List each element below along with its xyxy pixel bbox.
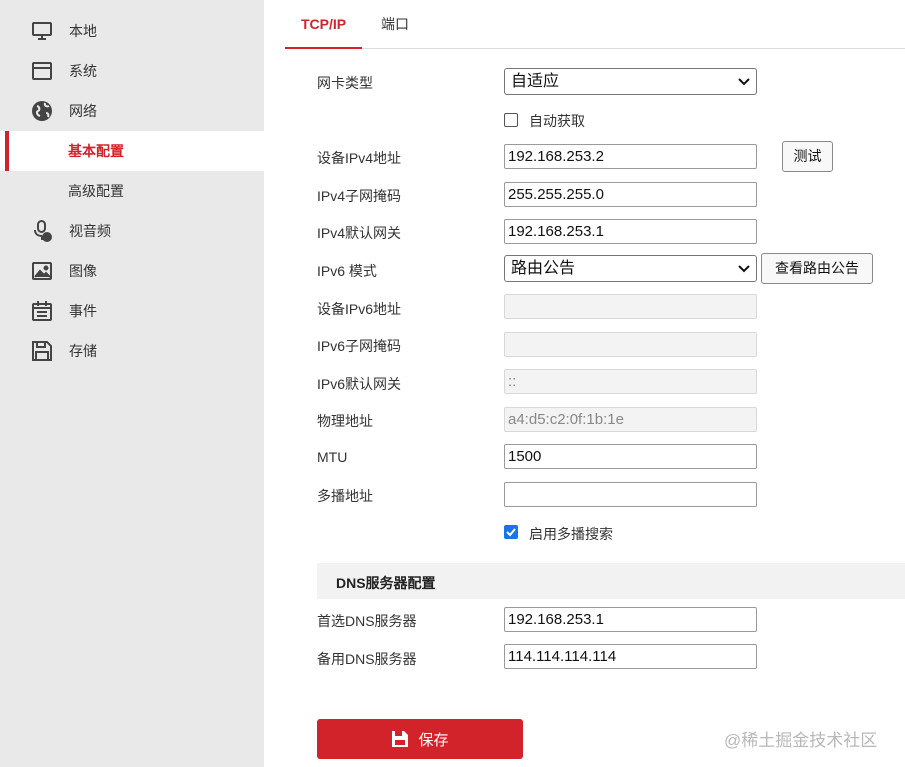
sidebar: 本地 系统 网络 基本配置 高级配置 视音频 图像 事件 存储 bbox=[0, 0, 264, 767]
nic-type-value: 自适应 bbox=[511, 73, 560, 90]
sidebar-item-label: 图像 bbox=[69, 263, 97, 279]
globe-icon bbox=[31, 100, 53, 122]
sidebar-item-label: 视音频 bbox=[69, 223, 111, 239]
monitor-icon bbox=[31, 20, 53, 42]
ipv4-address-label: 设备IPv4地址 bbox=[317, 150, 402, 166]
sidebar-item-label: 本地 bbox=[69, 23, 97, 39]
sidebar-item-image[interactable]: 图像 bbox=[0, 251, 264, 291]
nic-type-select[interactable]: 自适应 bbox=[504, 68, 757, 95]
tab-bar: TCP/IP 端口 bbox=[285, 0, 905, 49]
image-icon bbox=[31, 260, 53, 282]
save-button-label: 保存 bbox=[418, 731, 449, 749]
sidebar-item-label: 基本配置 bbox=[68, 143, 124, 159]
preferred-dns-input[interactable]: 192.168.253.1 bbox=[504, 607, 757, 632]
save-button[interactable]: 保存 bbox=[317, 719, 523, 759]
watermark: @稀土掘金技术社区 bbox=[724, 731, 878, 750]
nic-type-label: 网卡类型 bbox=[317, 75, 373, 91]
ipv6-gateway-label: IPv6默认网关 bbox=[317, 376, 402, 392]
mac-address-input: a4:d5:c2:0f:1b:1e bbox=[504, 407, 757, 432]
window-icon bbox=[31, 60, 53, 82]
sidebar-item-storage[interactable]: 存储 bbox=[0, 331, 264, 371]
ipv6-mode-value: 路由公告 bbox=[511, 260, 576, 277]
sidebar-item-label: 高级配置 bbox=[68, 183, 124, 199]
checkmark-icon bbox=[506, 528, 516, 537]
test-button[interactable]: 测试 bbox=[782, 141, 833, 172]
ipv4-mask-label: IPv4子网掩码 bbox=[317, 188, 402, 204]
dns-section-title: DNS服务器配置 bbox=[336, 575, 436, 591]
mtu-input[interactable]: 1500 bbox=[504, 444, 757, 469]
ipv6-mask-input[interactable] bbox=[504, 332, 757, 357]
calendar-icon bbox=[31, 300, 53, 322]
sidebar-item-system[interactable]: 系统 bbox=[0, 51, 264, 91]
chevron-down-icon bbox=[738, 265, 750, 273]
sidebar-item-basic-config[interactable]: 基本配置 bbox=[0, 131, 264, 171]
mtu-label: MTU bbox=[317, 449, 348, 465]
ipv6-address-label: 设备IPv6地址 bbox=[317, 301, 402, 317]
multicast-label: 多播地址 bbox=[317, 488, 373, 504]
sidebar-item-network[interactable]: 网络 bbox=[0, 91, 264, 131]
preferred-dns-label: 首选DNS服务器 bbox=[317, 613, 417, 629]
ipv4-mask-input[interactable]: 255.255.255.0 bbox=[504, 182, 757, 207]
sidebar-item-label: 系统 bbox=[69, 63, 97, 79]
sidebar-item-event[interactable]: 事件 bbox=[0, 291, 264, 331]
multicast-search-label: 启用多播搜索 bbox=[529, 526, 613, 542]
auto-obtain-checkbox[interactable] bbox=[504, 113, 518, 127]
microphone-icon bbox=[31, 220, 53, 242]
multicast-input[interactable] bbox=[504, 482, 757, 507]
alternate-dns-label: 备用DNS服务器 bbox=[317, 651, 417, 667]
tab-port[interactable]: 端口 bbox=[381, 0, 409, 49]
floppy-disk-icon bbox=[392, 731, 409, 747]
sidebar-item-video-audio[interactable]: 视音频 bbox=[0, 211, 264, 251]
alternate-dns-input[interactable]: 114.114.114.114 bbox=[504, 644, 757, 669]
dns-section-header: DNS服务器配置 bbox=[317, 563, 905, 599]
mac-address-label: 物理地址 bbox=[317, 413, 373, 429]
chevron-down-icon bbox=[738, 78, 750, 86]
ipv6-mode-select[interactable]: 路由公告 bbox=[504, 255, 757, 282]
sidebar-item-local[interactable]: 本地 bbox=[0, 11, 264, 51]
ipv4-address-input[interactable]: 192.168.253.2 bbox=[504, 144, 757, 169]
ipv4-gateway-input[interactable]: 192.168.253.1 bbox=[504, 219, 757, 244]
ipv4-gateway-label: IPv4默认网关 bbox=[317, 225, 402, 241]
tab-tcpip[interactable]: TCP/IP bbox=[285, 0, 363, 49]
sidebar-item-label: 事件 bbox=[69, 303, 97, 319]
active-indicator bbox=[5, 131, 9, 171]
ipv6-mask-label: IPv6子网掩码 bbox=[317, 338, 402, 354]
sidebar-item-label: 存储 bbox=[69, 343, 97, 359]
floppy-disk-icon bbox=[31, 340, 53, 362]
ipv6-address-input[interactable] bbox=[504, 294, 757, 319]
ipv6-gateway-input[interactable]: :: bbox=[504, 369, 757, 394]
multicast-search-checkbox[interactable] bbox=[504, 525, 518, 539]
sidebar-item-advanced-config[interactable]: 高级配置 bbox=[0, 171, 264, 211]
view-route-announcement-button[interactable]: 查看路由公告 bbox=[761, 253, 873, 284]
ipv6-mode-label: IPv6 模式 bbox=[317, 263, 377, 279]
auto-obtain-label: 自动获取 bbox=[529, 113, 585, 129]
sidebar-item-label: 网络 bbox=[69, 103, 97, 119]
